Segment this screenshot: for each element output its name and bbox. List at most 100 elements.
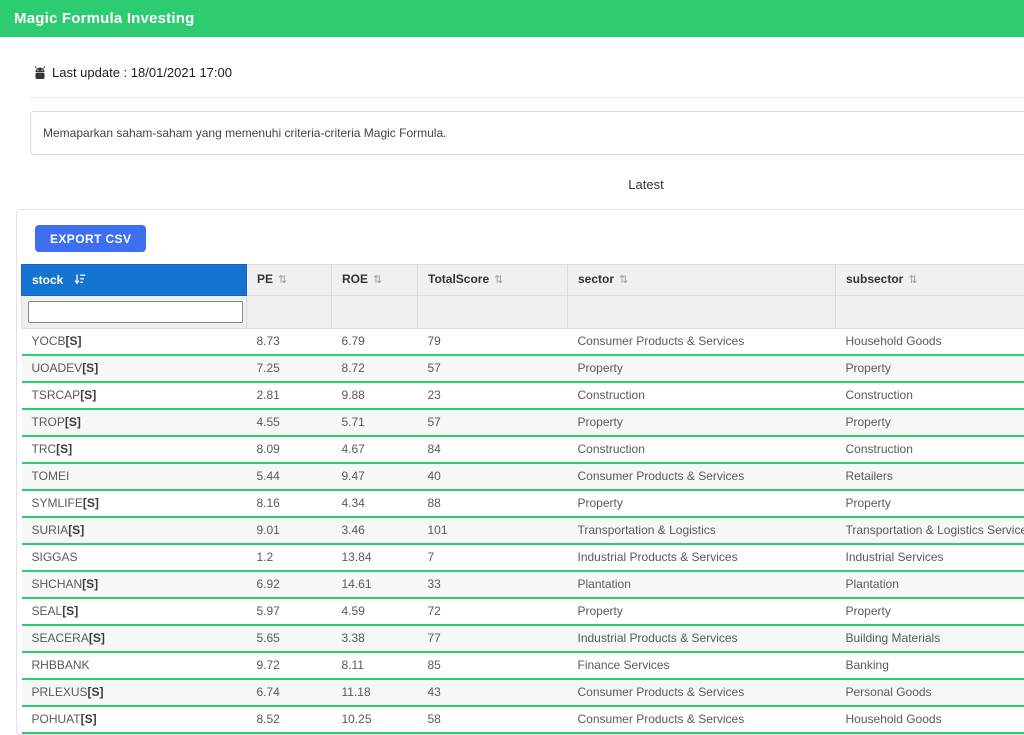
stock-filter-cell <box>22 296 247 329</box>
filter-cell <box>332 296 418 329</box>
stocks-table: stock PE⇅ ROE⇅ TotalScore⇅ <box>21 264 1024 734</box>
stock-cell: SIGGAS <box>22 544 247 571</box>
last-update-text: Last update : 18/01/2021 17:00 <box>52 65 232 80</box>
filter-cell <box>568 296 836 329</box>
totalscore-cell: 84 <box>418 436 568 463</box>
table-row: YOCB[S]8.736.7979Consumer Products & Ser… <box>22 329 1024 356</box>
roe-cell: 8.11 <box>332 652 418 679</box>
table-row: TRC[S]8.094.6784ConstructionConstruction <box>22 436 1024 463</box>
page-title: Magic Formula Investing <box>14 10 194 27</box>
stock-cell: SHCHAN[S] <box>22 571 247 598</box>
filter-row <box>22 296 1024 329</box>
subsector-cell: Personal Goods <box>836 679 1024 706</box>
column-header-stock[interactable]: stock <box>22 265 247 296</box>
totalscore-cell: 43 <box>418 679 568 706</box>
roe-cell: 9.47 <box>332 463 418 490</box>
totalscore-cell: 85 <box>418 652 568 679</box>
stock-cell: YOCB[S] <box>22 329 247 356</box>
totalscore-cell: 88 <box>418 490 568 517</box>
roe-cell: 14.61 <box>332 571 418 598</box>
sort-icon: ⇅ <box>373 274 382 286</box>
subsector-cell: Property <box>836 598 1024 625</box>
pe-cell: 8.09 <box>247 436 332 463</box>
roe-cell: 4.34 <box>332 490 418 517</box>
totalscore-cell: 33 <box>418 571 568 598</box>
tab-latest[interactable]: Latest <box>618 173 673 196</box>
subsector-cell: Plantation <box>836 571 1024 598</box>
sort-icon: ⇅ <box>494 274 503 286</box>
filter-cell <box>418 296 568 329</box>
sector-cell: Consumer Products & Services <box>568 679 836 706</box>
totalscore-cell: 23 <box>418 382 568 409</box>
tab-bar: Latest <box>16 173 1024 196</box>
totalscore-cell: 72 <box>418 598 568 625</box>
android-icon <box>32 66 48 80</box>
sector-cell: Consumer Products & Services <box>568 463 836 490</box>
subsector-cell: Construction <box>836 436 1024 463</box>
roe-cell: 3.46 <box>332 517 418 544</box>
column-header-pe[interactable]: PE⇅ <box>247 265 332 296</box>
totalscore-cell: 57 <box>418 409 568 436</box>
stock-cell: TRC[S] <box>22 436 247 463</box>
table-row: SURIA[S]9.013.46101Transportation & Logi… <box>22 517 1024 544</box>
stock-filter-input[interactable] <box>28 301 243 323</box>
sector-cell: Finance Services <box>568 652 836 679</box>
pe-cell: 2.81 <box>247 382 332 409</box>
stock-cell: PRLEXUS[S] <box>22 679 247 706</box>
pe-cell: 6.92 <box>247 571 332 598</box>
table-header-row: stock PE⇅ ROE⇅ TotalScore⇅ <box>22 265 1024 296</box>
column-label-roe: ROE <box>342 272 368 286</box>
column-label-sector: sector <box>578 272 614 286</box>
subsector-cell: Building Materials <box>836 625 1024 652</box>
column-header-totalscore[interactable]: TotalScore ⇅ <box>418 265 568 296</box>
subsector-cell: Property <box>836 409 1024 436</box>
sort-amount-icon <box>74 273 86 285</box>
sort-icon: ⇅ <box>908 274 917 286</box>
subsector-cell: Property <box>836 355 1024 382</box>
sector-cell: Property <box>568 355 836 382</box>
app-header: Magic Formula Investing <box>0 0 1024 37</box>
filter-cell <box>247 296 332 329</box>
roe-cell: 8.72 <box>332 355 418 382</box>
table-row: SIGGAS1.213.847Industrial Products & Ser… <box>22 544 1024 571</box>
pe-cell: 6.74 <box>247 679 332 706</box>
stock-cell: SURIA[S] <box>22 517 247 544</box>
pe-cell: 9.72 <box>247 652 332 679</box>
sector-cell: Industrial Products & Services <box>568 625 836 652</box>
table-row: SHCHAN[S]6.9214.6133PlantationPlantation <box>22 571 1024 598</box>
stock-cell: TROP[S] <box>22 409 247 436</box>
subsector-cell: Industrial Services <box>836 544 1024 571</box>
column-label-subsector: subsector <box>846 272 903 286</box>
stock-cell: SYMLIFE[S] <box>22 490 247 517</box>
totalscore-cell: 7 <box>418 544 568 571</box>
column-header-subsector[interactable]: subsector ⇅ <box>836 265 1024 296</box>
column-label-stock: stock <box>32 273 63 287</box>
subsector-cell: Banking <box>836 652 1024 679</box>
table-row: SYMLIFE[S]8.164.3488PropertyProperty <box>22 490 1024 517</box>
column-header-sector[interactable]: sector⇅ <box>568 265 836 296</box>
roe-cell: 4.59 <box>332 598 418 625</box>
table-row: RHBBANK9.728.1185Finance ServicesBanking <box>22 652 1024 679</box>
totalscore-cell: 101 <box>418 517 568 544</box>
export-csv-button[interactable]: EXPORT CSV <box>35 225 146 252</box>
notice-box: Memaparkan saham-saham yang memenuhi cri… <box>30 111 1024 155</box>
table-body: YOCB[S]8.736.7979Consumer Products & Ser… <box>22 329 1024 734</box>
column-header-roe[interactable]: ROE ⇅ <box>332 265 418 296</box>
sector-cell: Construction <box>568 382 836 409</box>
subsector-cell: Construction <box>836 382 1024 409</box>
table-row: SEAL[S]5.974.5972PropertyProperty <box>22 598 1024 625</box>
table-row: UOADEV[S]7.258.7257PropertyProperty <box>22 355 1024 382</box>
roe-cell: 9.88 <box>332 382 418 409</box>
roe-cell: 13.84 <box>332 544 418 571</box>
table-row: SEACERA[S]5.653.3877Industrial Products … <box>22 625 1024 652</box>
stock-cell: TSRCAP[S] <box>22 382 247 409</box>
last-update: Last update : 18/01/2021 17:00 <box>30 37 1024 98</box>
pe-cell: 8.73 <box>247 329 332 356</box>
notice-text: Memaparkan saham-saham yang memenuhi cri… <box>43 126 446 140</box>
column-label-totalscore: TotalScore <box>428 272 489 286</box>
sector-cell: Construction <box>568 436 836 463</box>
roe-cell: 3.38 <box>332 625 418 652</box>
column-label-pe: PE <box>257 272 273 286</box>
table-row: TOMEI5.449.4740Consumer Products & Servi… <box>22 463 1024 490</box>
sector-cell: Property <box>568 409 836 436</box>
